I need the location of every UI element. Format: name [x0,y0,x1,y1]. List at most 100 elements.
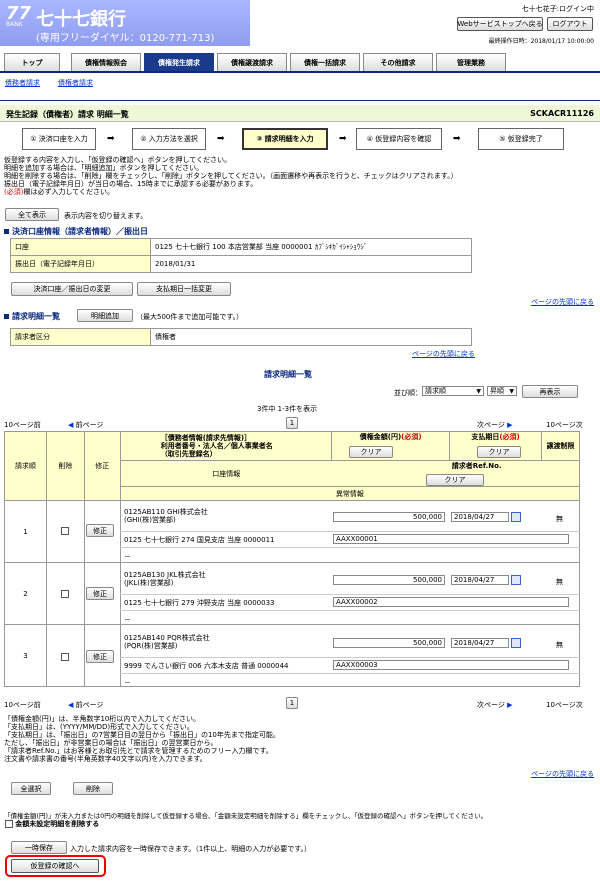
delete-unset-checkbox[interactable] [5,820,13,828]
ref-input[interactable]: AAXX00003 [333,660,569,670]
logout-button[interactable]: ログアウト [547,17,593,31]
row-line [120,657,580,658]
add-detail-note: （最大500件まで追加可能です。） [136,313,244,321]
last-operation: 最終操作日時：2018/01/17 10:00:00 [488,38,594,45]
delete-checkbox[interactable] [61,527,69,535]
issue-date-value: 2018/01/31 [150,255,472,273]
amount-input[interactable]: 500,000 [333,638,445,648]
ref-clear-button[interactable]: クリア [426,474,484,486]
show-all-button[interactable]: 全て表示 [5,208,59,221]
step-arrow-icon: ➡ [453,134,461,144]
subnav-debtor-request[interactable]: 債務者請求 [5,78,40,88]
abnormal-info: － [124,553,131,561]
result-count: 3件中 1-3件を表示 [257,405,318,413]
amount-clear-button[interactable]: クリア [349,446,393,458]
page-top-link[interactable]: ページの先頭に戻る [531,769,594,779]
prev10-top: 10ページ前 [4,421,41,429]
next10-top: 10ページ次 [546,421,583,429]
arrow-right-icon: ▶ [507,701,513,709]
delete-button[interactable]: 削除 [73,782,113,795]
row-line [120,531,580,532]
page-number-button[interactable]: 1 [286,697,298,709]
transfer-limit: 無 [556,515,563,523]
change-account-button[interactable]: 決済口座／振出日の変更 [11,282,133,296]
delete-checkbox[interactable] [61,653,69,661]
select-all-button[interactable]: 全選択 [11,782,51,795]
sort-label: 並び順： [394,389,422,397]
input-notes: 「債権金額(円)」は、半角数字10桁以内で入力してください。 「支払期日」は、(… [4,715,280,763]
tab-claim-issue[interactable]: 債権発生請求 [144,53,214,71]
step-5: ⑤ 仮登録完了 [478,128,564,150]
abnormal-info: － [124,616,131,624]
temp-save-note: 入力した請求内容を一時保存できます。（1件以上、明細の入力が必要です。） [70,845,312,853]
divider [0,100,600,101]
tab-other-request[interactable]: その他請求 [363,53,433,71]
due-date-input[interactable]: 2018/04/27 [451,575,509,585]
redisplay-button[interactable]: 再表示 [522,385,578,398]
abnormal-info: － [124,679,131,687]
prev10-bottom: 10ページ前 [4,701,41,709]
sort-select[interactable]: 請求順 ▼ [422,386,484,396]
row-seq: 2 [4,562,47,625]
account-table: 口座 0125 七十七銀行 100 本店営業部 当座 0000001 ｶﾌﾞｼｷｶ… [10,238,472,273]
col-debtor: ［債務者情報(請求先情報)］ 利用者番号・法人名／個人事業者名 （取引先登録名） [119,431,333,461]
amount-input[interactable]: 500,000 [333,575,445,585]
due-clear-button[interactable]: クリア [477,446,521,458]
tab-bulk-request[interactable]: 債権一括請求 [290,53,360,71]
page-top-link[interactable]: ページの先頭に戻る [412,349,475,359]
web-service-top-button[interactable]: Webサービストップへ戻る [457,17,543,31]
row-seq: 1 [4,500,47,563]
step-3: ③ 請求明細を入力 [242,128,328,150]
delete-unset-checkbox-row[interactable]: 金額未設定明細を削除する [5,819,99,829]
edit-button[interactable]: 修正 [86,587,114,600]
page-top-link[interactable]: ページの先頭に戻る [531,297,594,307]
amount-input[interactable]: 500,000 [333,512,445,522]
arrow-left-icon: ◀ [68,701,74,709]
due-date-input[interactable]: 2018/04/27 [451,512,509,522]
col-account: 口座情報 [119,460,332,487]
account-info: 9999 でんさい銀行 006 六本木支店 普通 0000044 [124,662,289,670]
row-seq: 3 [4,624,47,687]
list-caption: 請求明細一覧 [264,370,312,379]
step-arrow-icon: ➡ [339,134,347,144]
ref-input[interactable]: AAXX00002 [333,597,569,607]
page-title: 発生記録（債権者）請求 明細一覧 [6,110,129,119]
edit-button[interactable]: 修正 [86,650,114,663]
arrow-left-icon: ◀ [68,421,74,429]
bulk-due-date-button[interactable]: 支払期日一括変更 [137,282,231,296]
tab-underline [0,71,600,73]
ref-input[interactable]: AAXX00001 [333,534,569,544]
calendar-icon[interactable] [511,575,521,585]
show-all-description: 表示内容を切り替えます。 [64,212,148,220]
order-select[interactable]: 昇順 ▼ [487,386,517,396]
confirm-button[interactable]: 仮登録の確認へ [11,859,99,873]
debtor-code-name: 0125AB130 JKL株式会社 (JKL(株)営業部) [124,571,206,587]
screen-id: SCKACR11126 [530,109,594,118]
page-number-button[interactable]: 1 [286,417,298,429]
detail-table: 請求順 削除 修正 ［債務者情報(請求先情報)］ 利用者番号・法人名／個人事業者… [4,431,581,687]
edit-button[interactable]: 修正 [86,524,114,537]
col-abnormal: 異常情報 [119,486,581,501]
chevron-down-icon: ▼ [509,387,514,395]
temp-save-button[interactable]: 一時保存 [11,841,67,854]
tab-claim-transfer[interactable]: 債権譲渡請求 [217,53,287,71]
prev-page-top: ◀ 前ページ [68,421,104,429]
account-label: 口座 [10,238,151,256]
calendar-icon[interactable] [511,512,521,522]
tab-top[interactable]: トップ [4,53,60,71]
step-1: ① 決済口座を入力 [22,128,96,150]
due-date-input[interactable]: 2018/04/27 [451,638,509,648]
account-info: 0125 七十七銀行 274 国見支店 当座 0000011 [124,536,275,544]
col-edit: 修正 [83,431,121,501]
delete-checkbox[interactable] [61,590,69,598]
detail-section-title: 請求明細一覧 [4,311,60,322]
tab-management[interactable]: 管理業務 [436,53,506,71]
calendar-icon[interactable] [511,638,521,648]
debtor-code-name: 0125AB140 PQR株式会社 (PQR(株)営業部) [124,634,210,650]
add-detail-button[interactable]: 明細追加 [77,309,133,322]
section-bullet-icon [4,229,9,234]
subnav-creditor-request[interactable]: 債権者請求 [58,78,93,88]
tab-claim-inquiry[interactable]: 債権情報照会 [71,53,141,71]
step-arrow-icon: ➡ [217,134,225,144]
transfer-limit: 無 [556,641,563,649]
